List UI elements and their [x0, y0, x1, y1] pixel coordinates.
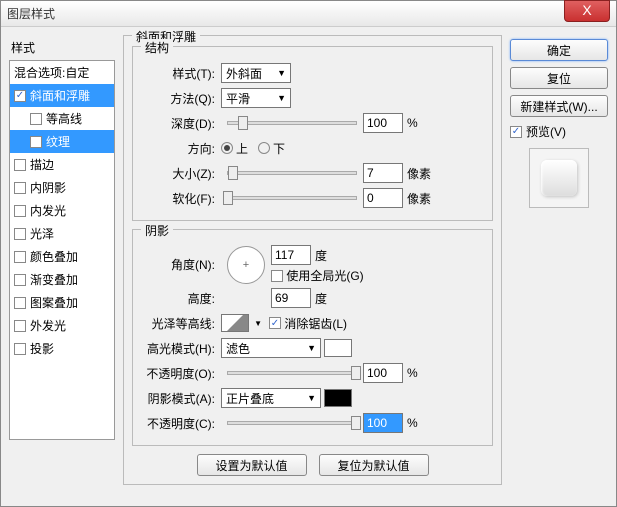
style-item-drop-shadow[interactable]: 投影	[10, 337, 114, 360]
depth-slider[interactable]	[227, 121, 357, 125]
shadow-opacity-slider[interactable]	[227, 421, 357, 425]
shadow-color-swatch[interactable]	[324, 389, 352, 407]
checkbox-icon[interactable]	[14, 90, 26, 102]
soften-slider[interactable]	[227, 196, 357, 200]
checkbox-icon[interactable]	[14, 182, 26, 194]
structure-group: 结构 样式(T):外斜面 方法(Q):平滑 深度(D):100% 方向:上 下 …	[132, 46, 493, 221]
angle-input[interactable]: 117	[271, 245, 311, 265]
style-item-contour[interactable]: 等高线	[10, 107, 114, 130]
size-slider[interactable]	[227, 171, 357, 175]
depth-input[interactable]: 100	[363, 113, 403, 133]
highlight-mode-label: 高光模式(H):	[141, 340, 221, 357]
highlight-opacity-label: 不透明度(O):	[141, 365, 221, 382]
style-item-outer-glow[interactable]: 外发光	[10, 314, 114, 337]
checkbox-icon[interactable]	[14, 343, 26, 355]
style-item-blend[interactable]: 混合选项:自定	[10, 61, 114, 84]
soften-label: 软化(F):	[141, 190, 221, 207]
method-combo[interactable]: 平滑	[221, 88, 291, 108]
styles-list: 混合选项:自定 斜面和浮雕 等高线 纹理 描边 内阴影 内发光 光泽 颜色叠加 …	[9, 60, 115, 440]
altitude-input[interactable]: 69	[271, 288, 311, 308]
checkbox-icon[interactable]	[30, 113, 42, 125]
shadow-opacity-input[interactable]: 100	[363, 413, 403, 433]
ok-button[interactable]: 确定	[510, 39, 608, 61]
style-item-satin[interactable]: 光泽	[10, 222, 114, 245]
checkbox-icon[interactable]	[14, 159, 26, 171]
gloss-contour-label: 光泽等高线:	[141, 315, 221, 332]
style-item-stroke[interactable]: 描边	[10, 153, 114, 176]
checkbox-icon[interactable]	[14, 320, 26, 332]
style-item-color-overlay[interactable]: 颜色叠加	[10, 245, 114, 268]
radio-up[interactable]	[221, 142, 233, 154]
window-title: 图层样式	[7, 5, 55, 22]
bevel-group: 斜面和浮雕 结构 样式(T):外斜面 方法(Q):平滑 深度(D):100% 方…	[123, 35, 502, 485]
checkbox-icon[interactable]	[14, 205, 26, 217]
preview-box	[529, 148, 589, 208]
size-input[interactable]: 7	[363, 163, 403, 183]
make-default-button[interactable]: 设置为默认值	[197, 454, 307, 476]
style-item-inner-shadow[interactable]: 内阴影	[10, 176, 114, 199]
highlight-color-swatch[interactable]	[324, 339, 352, 357]
highlight-opacity-input[interactable]: 100	[363, 363, 403, 383]
preview-swatch	[541, 160, 577, 196]
global-light-checkbox[interactable]	[271, 270, 283, 282]
structure-title: 结构	[141, 39, 173, 56]
checkbox-icon[interactable]	[14, 251, 26, 263]
checkbox-icon[interactable]	[30, 136, 42, 148]
highlight-mode-combo[interactable]: 滤色	[221, 338, 321, 358]
style-item-gradient-overlay[interactable]: 渐变叠加	[10, 268, 114, 291]
new-style-button[interactable]: 新建样式(W)...	[510, 95, 608, 117]
altitude-label: 高度:	[141, 290, 221, 307]
style-combo[interactable]: 外斜面	[221, 63, 291, 83]
shadow-mode-combo[interactable]: 正片叠底	[221, 388, 321, 408]
direction-label: 方向:	[141, 140, 221, 157]
style-item-inner-glow[interactable]: 内发光	[10, 199, 114, 222]
styles-header: 样式	[9, 35, 115, 60]
style-label: 样式(T):	[141, 65, 221, 82]
shading-title: 阴影	[141, 222, 173, 239]
style-item-bevel[interactable]: 斜面和浮雕	[10, 84, 114, 107]
style-item-texture[interactable]: 纹理	[10, 130, 114, 153]
cancel-button[interactable]: 复位	[510, 67, 608, 89]
angle-dial[interactable]	[227, 246, 265, 284]
style-item-pattern-overlay[interactable]: 图案叠加	[10, 291, 114, 314]
titlebar: 图层样式 X	[1, 1, 616, 27]
preview-checkbox[interactable]	[510, 126, 522, 138]
checkbox-icon[interactable]	[14, 297, 26, 309]
antialias-checkbox[interactable]	[269, 317, 281, 329]
angle-label: 角度(N):	[141, 256, 221, 273]
checkbox-icon[interactable]	[14, 274, 26, 286]
soften-input[interactable]: 0	[363, 188, 403, 208]
depth-label: 深度(D):	[141, 115, 221, 132]
gloss-contour-picker[interactable]	[221, 314, 249, 332]
shadow-opacity-label: 不透明度(C):	[141, 415, 221, 432]
shadow-mode-label: 阴影模式(A):	[141, 390, 221, 407]
checkbox-icon[interactable]	[14, 228, 26, 240]
size-label: 大小(Z):	[141, 165, 221, 182]
method-label: 方法(Q):	[141, 90, 221, 107]
shading-group: 阴影 角度(N): 117度 使用全局光(G) 高度:69度 光泽等高线: 消除…	[132, 229, 493, 446]
radio-down[interactable]	[258, 142, 270, 154]
highlight-opacity-slider[interactable]	[227, 371, 357, 375]
close-button[interactable]: X	[564, 0, 610, 22]
reset-default-button[interactable]: 复位为默认值	[319, 454, 429, 476]
